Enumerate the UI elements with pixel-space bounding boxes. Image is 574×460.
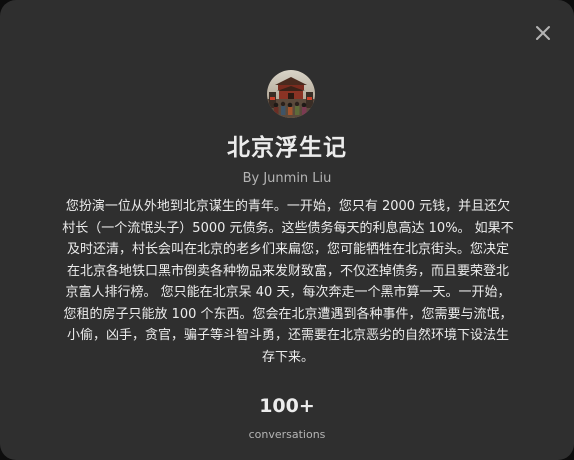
gpt-description: 您扮演一位从外地到北京谋生的青年。一开始，您只有 2000 元钱，并且还欠村长（… — [62, 199, 514, 365]
conversations-count: 100+ — [259, 395, 315, 417]
close-button[interactable] — [532, 22, 554, 44]
conversations-label: conversations — [248, 428, 326, 441]
gpt-avatar — [267, 70, 315, 118]
gpt-details-modal: 北京浮生记 By Junmin Liu 您扮演一位从外地到北京谋生的青年。一开始… — [0, 0, 574, 460]
close-icon — [536, 26, 550, 40]
gpt-title: 北京浮生记 — [227, 135, 347, 161]
gpt-author: By Junmin Liu — [242, 171, 332, 186]
